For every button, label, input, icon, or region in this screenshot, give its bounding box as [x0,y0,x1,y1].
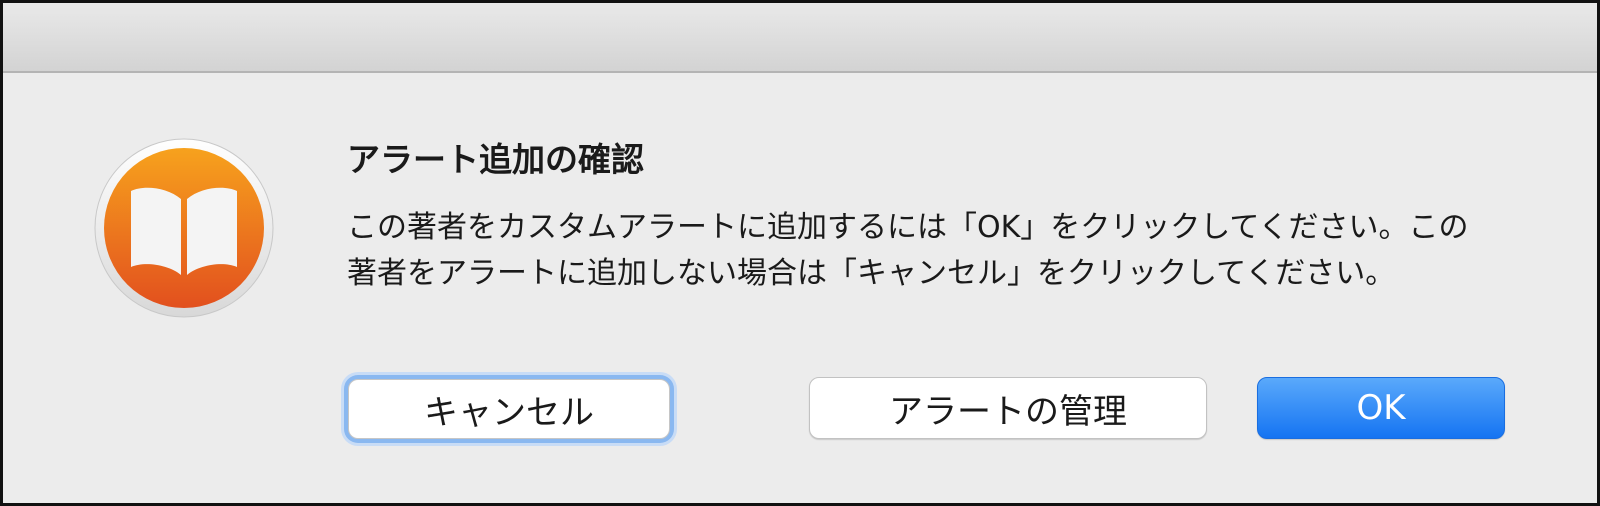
books-app-icon [93,137,275,319]
cancel-button[interactable]: キャンセル [348,379,670,439]
manage-alerts-button[interactable]: アラートの管理 [809,377,1207,439]
alert-dialog-window: アラート追加の確認 この著者をカスタムアラートに追加するには「OK」をクリックし… [0,0,1600,506]
dialog-title: アラート追加の確認 [347,140,644,179]
window-titlebar[interactable] [3,3,1597,73]
ok-button[interactable]: OK [1257,377,1505,439]
dialog-message: この著者をカスタムアラートに追加するには「OK」をクリックしてください。この著者… [347,210,1469,291]
